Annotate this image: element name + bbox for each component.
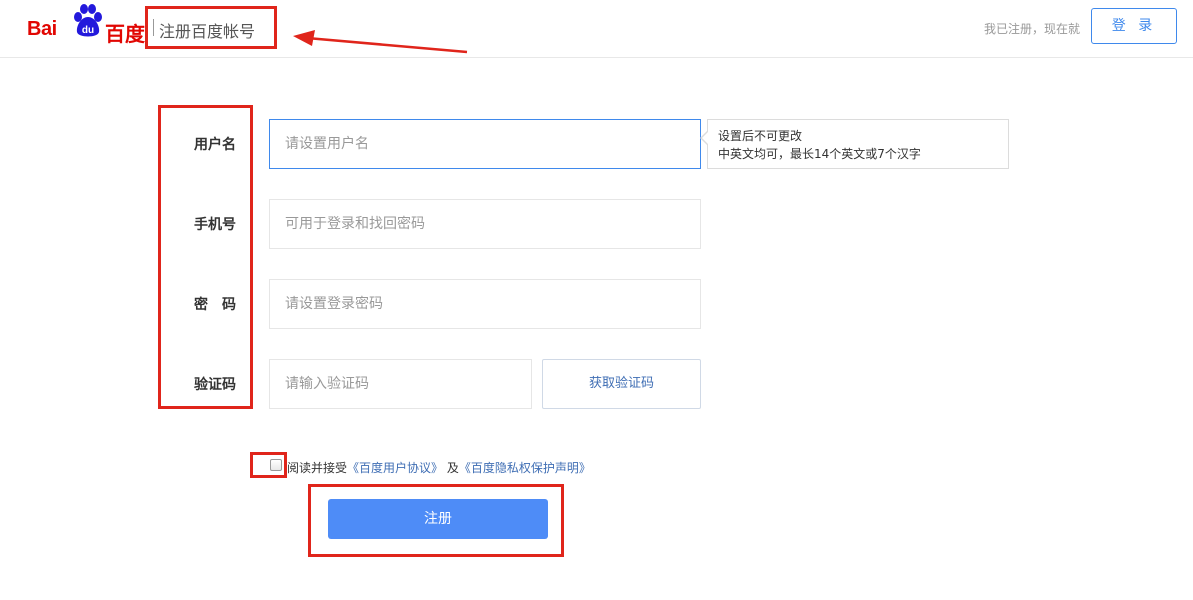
arrow-left-icon bbox=[293, 30, 468, 54]
already-registered-text: 我已注册，现在就 bbox=[983, 22, 1080, 36]
page-title: 注册百度帐号 bbox=[159, 22, 256, 41]
logo-paw-text: du bbox=[82, 25, 94, 36]
login-button[interactable]: 登 录 bbox=[1091, 8, 1177, 44]
phone-input[interactable]: 可用于登录和找回密码 bbox=[269, 199, 701, 249]
password-input[interactable]: 请设置登录密码 bbox=[269, 279, 701, 329]
privacy-policy-link[interactable]: 《百度隐私权保护声明》 bbox=[459, 461, 591, 475]
captcha-input[interactable]: 请输入验证码 bbox=[269, 359, 532, 409]
labels-annotation-box: 用户名 手机号 密 码 验证码 bbox=[158, 105, 253, 409]
agree-checkbox[interactable] bbox=[270, 459, 282, 471]
logo-latin-text: Bai bbox=[27, 18, 57, 40]
baidu-paw-icon: du bbox=[74, 4, 102, 37]
title-separator bbox=[153, 19, 154, 36]
phone-label: 手机号 bbox=[194, 217, 236, 233]
agreement-prefix: 阅读并接受 bbox=[287, 461, 348, 475]
header: Bai du 百度 注册百度帐号 我已注册，现在就 登 录 bbox=[0, 0, 1193, 58]
password-label: 密 码 bbox=[194, 297, 236, 313]
register-button[interactable]: 注册 bbox=[328, 499, 548, 539]
get-captcha-button[interactable]: 获取验证码 bbox=[542, 359, 701, 409]
agreement-text: 阅读并接受《百度用户协议》 及《百度隐私权保护声明》 bbox=[287, 459, 591, 476]
username-tip: 设置后不可更改 中英文均可，最长14个英文或7个汉字 bbox=[700, 119, 1009, 169]
username-input[interactable]: 请设置用户名 bbox=[269, 119, 701, 169]
tip-line-1: 设置后不可更改 bbox=[718, 129, 803, 143]
title-annotation-box: 注册百度帐号 bbox=[145, 6, 277, 49]
baidu-logo[interactable]: Bai du 百度 bbox=[27, 4, 147, 46]
username-label: 用户名 bbox=[194, 137, 236, 153]
agreement-middle: 及 bbox=[446, 461, 459, 475]
tip-line-2: 中英文均可，最长14个英文或7个汉字 bbox=[718, 147, 921, 161]
user-agreement-link[interactable]: 《百度用户协议》 bbox=[347, 461, 443, 475]
logo-cn-text: 百度 bbox=[105, 24, 145, 46]
captcha-label: 验证码 bbox=[194, 377, 236, 393]
